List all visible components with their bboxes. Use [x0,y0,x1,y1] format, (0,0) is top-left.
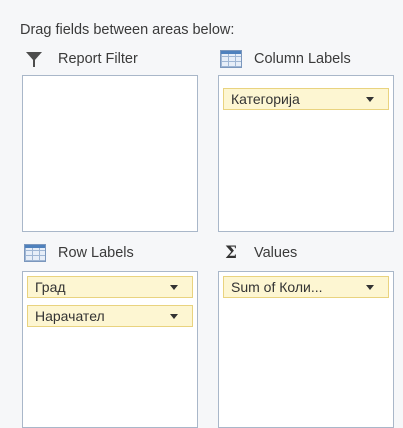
dropdown-arrow-icon[interactable] [170,313,178,319]
report-filter-drop-area[interactable] [22,75,198,232]
filter-icon [24,50,46,68]
pivot-field-areas-panel: Drag fields between areas below: Report … [0,0,403,428]
dropdown-arrow-icon[interactable] [170,284,178,290]
values-drop-area[interactable]: Sum of Коли... [218,271,394,428]
values-field-sum[interactable]: Sum of Коли... [223,276,389,298]
field-label: Град [35,279,66,295]
values-label: Values [254,245,298,261]
dropdown-arrow-icon[interactable] [366,284,374,290]
column-field-kategorija[interactable]: Категорија [223,88,389,110]
column-labels-drop-area[interactable]: Категорија [218,75,394,232]
field-label: Нарачател [35,308,105,324]
row-grid-icon [24,244,46,262]
row-field-naracatel[interactable]: Нарачател [27,305,193,327]
sigma-icon: Σ [224,243,238,263]
field-label: Sum of Коли... [231,279,323,295]
row-labels-label: Row Labels [58,245,134,261]
report-filter-label: Report Filter [58,51,138,67]
dropdown-arrow-icon[interactable] [366,96,374,102]
column-labels-label: Column Labels [254,51,351,67]
row-labels-drop-area[interactable]: Град Нарачател [22,271,198,428]
column-labels-header: Column Labels [220,48,351,70]
values-header: Σ Values [220,242,297,264]
field-label: Категорија [231,91,300,107]
row-field-grad[interactable]: Град [27,276,193,298]
column-grid-icon [220,50,242,68]
drag-instruction-text: Drag fields between areas below: [20,22,235,38]
row-labels-header: Row Labels [24,242,134,264]
report-filter-header: Report Filter [24,48,138,70]
